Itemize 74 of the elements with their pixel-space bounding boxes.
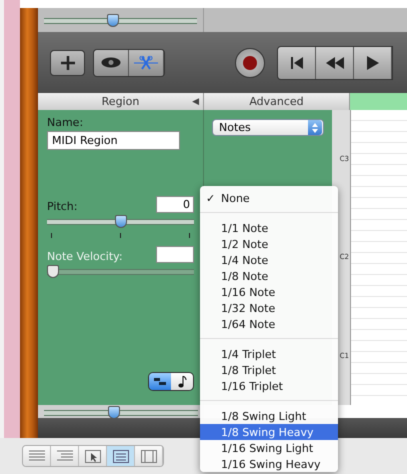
menu-item[interactable]: 1/2 Note	[200, 236, 338, 252]
collapse-arrow[interactable]: ◀	[192, 96, 199, 106]
skip-back-icon	[290, 56, 302, 68]
scissors-icon	[134, 56, 158, 70]
editor-icon	[112, 450, 128, 462]
list-icon	[28, 450, 44, 462]
go-to-start-button[interactable]	[278, 46, 316, 78]
eye-button[interactable]	[94, 50, 129, 76]
menu-item[interactable]: 1/16 Swing Heavy	[200, 456, 338, 472]
menu-item-label: 1/16 Note	[221, 286, 276, 298]
rewind-button[interactable]	[316, 46, 354, 78]
view-button[interactable]	[23, 446, 51, 466]
menu-item[interactable]: 1/8 Triplet	[200, 362, 338, 378]
pointer-icon	[84, 450, 100, 462]
menu-item-label: 1/32 Note	[221, 302, 276, 314]
menu-item[interactable]: 1/64 Note	[200, 316, 338, 332]
menu-item[interactable]: 1/8 Swing Light	[200, 408, 338, 424]
play-button[interactable]	[354, 46, 392, 78]
menu-item-label: 1/2 Note	[221, 238, 268, 250]
menu-item[interactable]: 1/4 Triplet	[200, 346, 338, 362]
view-button[interactable]	[79, 446, 107, 466]
menu-item-label: 1/16 Swing Light	[221, 442, 314, 454]
menu-item[interactable]: 1/32 Note	[200, 300, 338, 316]
quantize-dropdown[interactable]: Notes	[212, 119, 324, 136]
view-button[interactable]	[107, 446, 135, 466]
menu-item[interactable]: 1/16 Triplet	[200, 378, 338, 394]
menu-item-label: 1/4 Note	[221, 254, 268, 266]
view-toggle[interactable]	[149, 373, 171, 390]
slider-thumb[interactable]	[108, 406, 120, 418]
outline-icon	[56, 450, 72, 462]
scissors-button[interactable]	[129, 50, 164, 76]
menu-item[interactable]: 1/4 Note	[200, 252, 338, 268]
menu-item[interactable]: 1/1 Note	[200, 220, 338, 236]
record-icon	[243, 56, 257, 70]
region-tab[interactable]: Region ◀	[38, 93, 204, 110]
note-icon	[178, 376, 186, 388]
add-button[interactable]	[50, 50, 85, 76]
view-button[interactable]	[51, 446, 79, 466]
menu-item-label: None	[221, 192, 250, 204]
menu-item[interactable]: 1/8 Note	[200, 268, 338, 284]
menu-item-label: 1/1 Note	[221, 222, 268, 234]
slider-thumb[interactable]	[114, 215, 126, 228]
name-label: Name:	[47, 116, 84, 129]
regions-icon	[154, 377, 166, 386]
record-button[interactable]	[235, 48, 265, 78]
zoom-slider[interactable]	[44, 406, 198, 420]
checkmark-icon: ✓	[206, 192, 216, 204]
name-field[interactable]: MIDI Region	[47, 131, 180, 150]
view-toggle[interactable]	[171, 373, 193, 390]
menu-item[interactable]: 1/16 Note	[200, 284, 338, 300]
pitch-label: Pitch:	[47, 200, 78, 213]
slider-thumb[interactable]	[107, 14, 120, 27]
menu-item-label: 1/8 Swing Heavy	[221, 426, 314, 438]
rewind-icon	[326, 56, 344, 68]
menu-item-label: 1/8 Triplet	[221, 364, 276, 376]
menu-item-label: 1/4 Triplet	[221, 348, 276, 360]
menu-item-label: 1/8 Note	[221, 270, 268, 282]
play-icon	[366, 56, 378, 70]
stepper-icon	[312, 122, 318, 132]
advanced-tab[interactable]: Advanced	[204, 93, 350, 110]
menu-item[interactable]: 1/16 Swing Light	[200, 440, 338, 456]
menu-item[interactable]: ✓ None	[200, 190, 338, 206]
plus-icon	[60, 56, 74, 70]
menu-item-label: 1/64 Note	[221, 318, 276, 330]
menu-item-label: 1/8 Swing Light	[221, 410, 306, 422]
timeline-header	[350, 93, 407, 110]
menu-item-label: 1/16 Triplet	[221, 380, 283, 392]
view-button[interactable]	[135, 446, 163, 466]
eye-icon	[101, 57, 121, 68]
menu-item-label: 1/16 Swing Heavy	[221, 458, 320, 470]
pitch-field[interactable]: 0	[156, 196, 194, 213]
media-icon	[140, 450, 156, 462]
menu-item[interactable]: 1/8 Swing Heavy	[200, 424, 338, 440]
velocity-label: Note Velocity:	[47, 250, 123, 263]
